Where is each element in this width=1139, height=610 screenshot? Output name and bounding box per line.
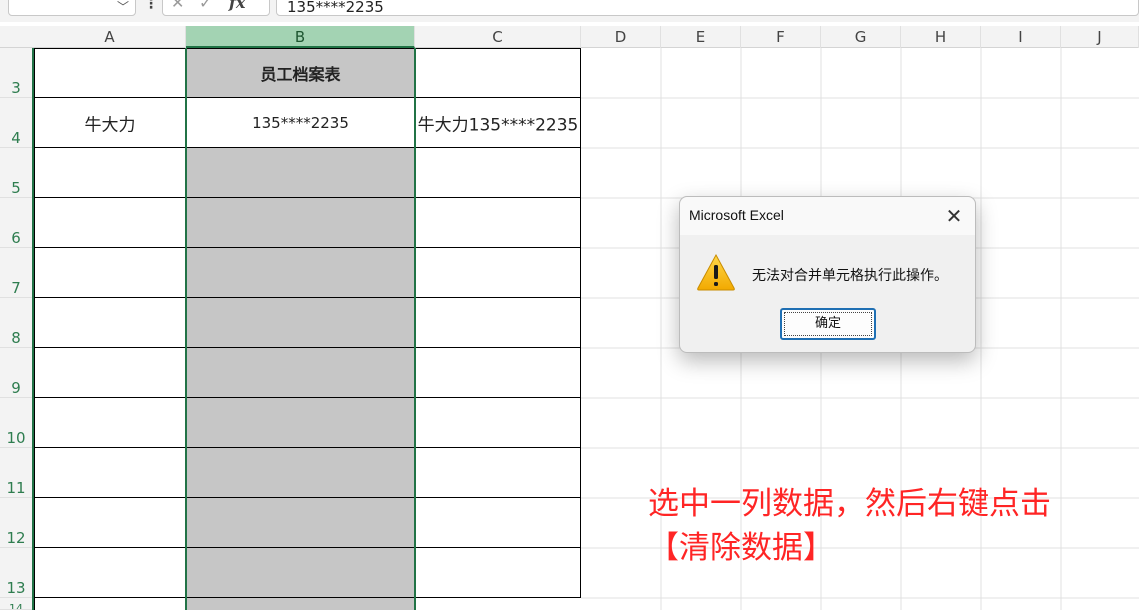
row-number: 4 bbox=[11, 129, 21, 147]
row-header-13[interactable]: 13 bbox=[0, 548, 33, 598]
cell-b8[interactable] bbox=[185, 297, 416, 348]
cell-a14[interactable] bbox=[34, 597, 186, 610]
cell-text: 员工档案表 bbox=[260, 65, 341, 84]
column-header-d[interactable]: D bbox=[581, 26, 661, 48]
cell-a12[interactable] bbox=[34, 497, 186, 548]
row-header-6[interactable]: 6 bbox=[0, 198, 33, 248]
cell-a6[interactable] bbox=[34, 197, 186, 248]
cell-b6[interactable] bbox=[185, 197, 416, 248]
cell-a4[interactable]: 牛大力 bbox=[34, 97, 186, 148]
row-number: 11 bbox=[6, 479, 26, 497]
cell-a13[interactable] bbox=[34, 547, 186, 598]
cell-c3[interactable] bbox=[415, 48, 581, 98]
row-header-10[interactable]: 10 bbox=[0, 398, 33, 448]
instruction-annotation: 选中一列数据，然后右键点击 【清除数据】 bbox=[648, 482, 1128, 570]
cell-c5[interactable] bbox=[415, 147, 581, 198]
cell-a10[interactable] bbox=[34, 397, 186, 448]
insert-function-button[interactable]: fx bbox=[229, 0, 245, 12]
row-header-3[interactable]: 3 bbox=[0, 48, 33, 98]
cell-c7[interactable] bbox=[415, 247, 581, 298]
cell-b4[interactable]: 135****2235 bbox=[185, 97, 416, 148]
cell-b12[interactable] bbox=[185, 497, 416, 548]
row-number: 13 bbox=[6, 579, 26, 597]
excel-window: ﹀ ⋮ ✕ ✓ fx 135****2235 A B C D E F G H I… bbox=[0, 0, 1139, 610]
row-header-5[interactable]: 5 bbox=[0, 148, 33, 198]
warning-icon bbox=[697, 253, 735, 291]
column-header-e[interactable]: E bbox=[661, 26, 741, 48]
cell-b5[interactable] bbox=[185, 147, 416, 198]
cell-c13[interactable] bbox=[415, 547, 581, 598]
cell-a11[interactable] bbox=[34, 447, 186, 498]
cell-c9[interactable] bbox=[415, 347, 581, 398]
cell-c11[interactable] bbox=[415, 447, 581, 498]
column-headers: A B C D E F G H I J bbox=[0, 26, 1139, 48]
row-number: 14 bbox=[9, 602, 23, 610]
cell-c8[interactable] bbox=[415, 297, 581, 348]
row-header-8[interactable]: 8 bbox=[0, 298, 33, 348]
row-header-selection-edge bbox=[32, 48, 34, 610]
cancel-icon[interactable]: ✕ bbox=[171, 0, 184, 12]
cell-b10[interactable] bbox=[185, 397, 416, 448]
cell-c12[interactable] bbox=[415, 497, 581, 548]
column-header-g[interactable]: G bbox=[821, 26, 901, 48]
cell-b11[interactable] bbox=[185, 447, 416, 498]
row-number: 7 bbox=[11, 279, 21, 297]
cell-a9[interactable] bbox=[34, 347, 186, 398]
error-dialog: Microsoft Excel ✕ 无法对合并单元格执行此操作。 确定 bbox=[679, 196, 976, 353]
row-number: 5 bbox=[11, 179, 21, 197]
formula-input[interactable]: 135****2235 bbox=[276, 0, 1139, 16]
cell-a7[interactable] bbox=[34, 247, 186, 298]
row-header-7[interactable]: 7 bbox=[0, 248, 33, 298]
cell-text: 牛大力135****2235 bbox=[417, 115, 579, 135]
cell-b7[interactable] bbox=[185, 247, 416, 298]
column-header-f[interactable]: F bbox=[741, 26, 821, 48]
annotation-line-2: 【清除数据】 bbox=[648, 530, 834, 566]
close-icon[interactable]: ✕ bbox=[939, 201, 969, 231]
row-header-14[interactable]: 14 bbox=[0, 598, 33, 610]
cell-b3[interactable]: 员工档案表 bbox=[185, 48, 416, 98]
row-number: 10 bbox=[6, 429, 26, 447]
annotation-line-1: 选中一列数据，然后右键点击 bbox=[648, 486, 1051, 522]
cell-c6[interactable] bbox=[415, 197, 581, 248]
cell-b13[interactable] bbox=[185, 547, 416, 598]
dialog-message: 无法对合并单元格执行此操作。 bbox=[752, 268, 948, 284]
row-header-9[interactable]: 9 bbox=[0, 348, 33, 398]
row-header-11[interactable]: 11 bbox=[0, 448, 33, 498]
row-number: 9 bbox=[11, 379, 21, 397]
column-header-a[interactable]: A bbox=[34, 26, 186, 48]
column-header-b[interactable]: B bbox=[186, 26, 415, 48]
ok-button[interactable]: 确定 bbox=[780, 308, 876, 340]
formula-bar: ﹀ ⋮ ✕ ✓ fx 135****2235 bbox=[0, 0, 1139, 22]
dialog-titlebar: Microsoft Excel ✕ bbox=[680, 197, 975, 235]
cell-b9[interactable] bbox=[185, 347, 416, 398]
column-header-h[interactable]: H bbox=[901, 26, 981, 48]
row-header-12[interactable]: 12 bbox=[0, 498, 33, 548]
row-number: 6 bbox=[11, 229, 21, 247]
cell-c10[interactable] bbox=[415, 397, 581, 448]
dialog-title: Microsoft Excel bbox=[689, 207, 784, 223]
chevron-down-icon[interactable]: ﹀ bbox=[117, 0, 129, 15]
column-header-c[interactable]: C bbox=[415, 26, 581, 48]
cell-text: 135****2235 bbox=[252, 113, 349, 132]
column-header-j[interactable]: J bbox=[1061, 26, 1139, 48]
cell-a8[interactable] bbox=[34, 297, 186, 348]
row-number: 3 bbox=[11, 79, 21, 97]
more-options-icon[interactable]: ⋮ bbox=[144, 0, 158, 12]
row-number: 12 bbox=[6, 529, 26, 547]
cell-b14[interactable] bbox=[185, 597, 416, 610]
column-header-i[interactable]: I bbox=[981, 26, 1061, 48]
row-number: 8 bbox=[11, 329, 21, 347]
name-box[interactable]: ﹀ bbox=[8, 0, 136, 16]
cell-text: 牛大力 bbox=[84, 115, 136, 135]
formula-controls: ✕ ✓ fx bbox=[162, 0, 270, 16]
confirm-icon[interactable]: ✓ bbox=[199, 0, 212, 12]
cell-a5[interactable] bbox=[34, 147, 186, 198]
cell-a3[interactable] bbox=[34, 48, 186, 98]
row-header-4[interactable]: 4 bbox=[0, 98, 33, 148]
cell-c4[interactable]: 牛大力135****2235 bbox=[415, 97, 581, 148]
